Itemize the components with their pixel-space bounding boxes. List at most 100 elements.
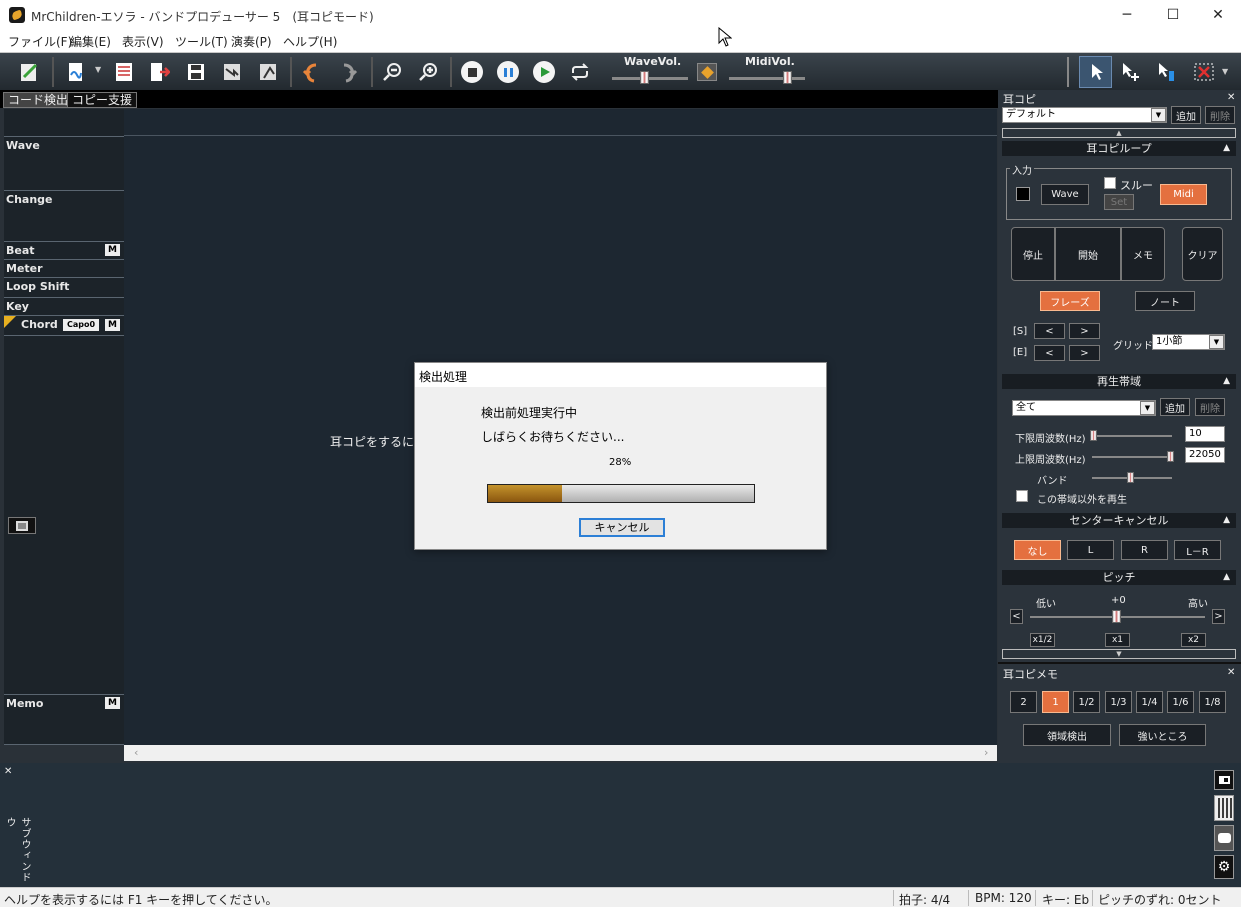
- timeline-ruler[interactable]: [124, 109, 997, 136]
- chevron-down-icon[interactable]: ▼: [1209, 335, 1224, 349]
- chevron-down-icon[interactable]: ▼: [1140, 401, 1155, 415]
- center-cancel-r[interactable]: R: [1121, 540, 1168, 560]
- edit-notes-icon[interactable]: [15, 59, 43, 85]
- strong-part-button[interactable]: 強いところ: [1119, 724, 1206, 746]
- menu-tools[interactable]: ツール(T): [175, 33, 228, 50]
- close-button[interactable]: ✕: [1195, 0, 1241, 31]
- capo-button[interactable]: Capo0: [63, 319, 99, 331]
- speed-normal-button[interactable]: x1: [1105, 633, 1130, 647]
- wave-input-button[interactable]: Wave: [1041, 184, 1089, 205]
- division-2-button[interactable]: 2: [1010, 691, 1037, 713]
- select-cursor-icon[interactable]: [1079, 56, 1112, 88]
- center-cancel-l[interactable]: L: [1067, 540, 1114, 560]
- list-icon[interactable]: [8, 517, 36, 534]
- division-1-8-button[interactable]: 1/8: [1199, 691, 1226, 713]
- division-1-3-button[interactable]: 1/3: [1105, 691, 1132, 713]
- high-freq-slider[interactable]: [1092, 456, 1172, 458]
- division-1-2-button[interactable]: 1/2: [1073, 691, 1100, 713]
- loop-stop-button[interactable]: 停止: [1011, 227, 1055, 281]
- memo-mute-button[interactable]: M: [105, 697, 120, 709]
- track-beat[interactable]: Beat M: [4, 242, 124, 260]
- stop-icon[interactable]: [461, 61, 483, 83]
- division-1-button[interactable]: 1: [1042, 691, 1069, 713]
- erase-cursor-icon[interactable]: [1190, 59, 1218, 85]
- region-detect-button[interactable]: 領域検出: [1023, 724, 1111, 746]
- center-cancel-header[interactable]: センターキャンセル ▲: [1002, 513, 1236, 528]
- band-select[interactable]: 全て: [1012, 400, 1156, 416]
- play-icon[interactable]: [533, 61, 555, 83]
- preset-add-button[interactable]: 追加: [1171, 106, 1201, 124]
- chevron-down-icon[interactable]: ▼: [1151, 108, 1166, 122]
- zoom-in-icon[interactable]: [414, 59, 442, 85]
- dropdown-arrow-icon[interactable]: ▼: [1222, 67, 1228, 76]
- preset-select[interactable]: デフォルト: [1002, 107, 1167, 123]
- high-freq-input[interactable]: 22050: [1185, 447, 1225, 463]
- wave-volume-thumb[interactable]: [640, 71, 649, 84]
- loop-memo-button[interactable]: メモ: [1121, 227, 1165, 281]
- menu-edit[interactable]: 編集(E): [70, 33, 111, 50]
- maximize-button[interactable]: ☐: [1150, 0, 1196, 31]
- piano-icon[interactable]: [1214, 795, 1234, 821]
- menu-file[interactable]: ファイル(F): [8, 33, 72, 50]
- import-icon[interactable]: [145, 59, 173, 85]
- high-freq-thumb[interactable]: [1167, 451, 1174, 462]
- export-icon[interactable]: [218, 59, 246, 85]
- panel-close-icon[interactable]: ✕: [1227, 92, 1235, 103]
- midi-input-button[interactable]: Midi: [1160, 184, 1207, 205]
- division-1-4-button[interactable]: 1/4: [1136, 691, 1163, 713]
- collapse-icon[interactable]: ▲: [1223, 570, 1230, 585]
- track-chord[interactable]: Chord Capo0 M: [4, 316, 124, 336]
- set-button[interactable]: Set: [1104, 194, 1134, 210]
- menu-help[interactable]: ヘルプ(H): [283, 33, 337, 50]
- speech-bubble-icon[interactable]: [1214, 825, 1234, 851]
- end-next-button[interactable]: >: [1069, 345, 1100, 361]
- save-icon[interactable]: [182, 59, 210, 85]
- band-section-header[interactable]: 再生帯域 ▲: [1002, 374, 1236, 389]
- redo-icon[interactable]: [335, 59, 363, 85]
- scroll-left-icon[interactable]: ‹: [134, 746, 138, 759]
- collapse-icon[interactable]: ▲: [1223, 374, 1230, 389]
- undo-icon[interactable]: [297, 59, 325, 85]
- start-next-button[interactable]: >: [1069, 323, 1100, 339]
- new-file-icon[interactable]: [62, 59, 90, 85]
- tab-chord-detect[interactable]: コード検出: [3, 92, 74, 108]
- memo-panel-close-icon[interactable]: ✕: [1227, 667, 1235, 678]
- export-audio-icon[interactable]: [254, 59, 282, 85]
- speed-double-button[interactable]: x2: [1181, 633, 1206, 647]
- chord-mute-button[interactable]: M: [105, 319, 120, 331]
- note-mode-button[interactable]: ノート: [1135, 291, 1195, 311]
- pause-icon[interactable]: [497, 61, 519, 83]
- horizontal-scrollbar[interactable]: ‹ ›: [124, 745, 997, 761]
- pitch-thumb[interactable]: [1112, 610, 1121, 623]
- menu-view[interactable]: 表示(V): [122, 33, 164, 50]
- division-1-6-button[interactable]: 1/6: [1167, 691, 1194, 713]
- add-cursor-icon[interactable]: [1116, 59, 1144, 85]
- marker-cursor-icon[interactable]: [1152, 59, 1180, 85]
- through-checkbox[interactable]: [1104, 177, 1116, 189]
- loop-icon[interactable]: [566, 59, 594, 85]
- track-wave[interactable]: Wave: [4, 137, 124, 191]
- band-add-button[interactable]: 追加: [1160, 398, 1190, 416]
- wave-volume-slider[interactable]: [612, 77, 688, 80]
- speed-half-button[interactable]: x1/2: [1030, 633, 1055, 647]
- loop-start-button[interactable]: 開始: [1055, 227, 1121, 281]
- start-prev-button[interactable]: <: [1034, 323, 1065, 339]
- preset-delete-button[interactable]: 削除: [1205, 106, 1235, 124]
- low-freq-input[interactable]: 10: [1185, 426, 1225, 442]
- midi-volume-thumb[interactable]: [783, 71, 792, 84]
- band-delete-button[interactable]: 削除: [1195, 398, 1225, 416]
- beat-mute-button[interactable]: M: [105, 244, 120, 256]
- low-freq-thumb[interactable]: [1090, 430, 1097, 441]
- collapse-icon[interactable]: ▲: [1223, 141, 1230, 156]
- tab-copy-support[interactable]: コピー支援: [67, 92, 138, 108]
- collapse-up-icon[interactable]: ▲: [1002, 128, 1236, 138]
- low-freq-slider[interactable]: [1092, 435, 1172, 437]
- pitch-up-button[interactable]: >: [1212, 609, 1225, 624]
- zoom-out-icon[interactable]: [378, 59, 406, 85]
- split-view-icon[interactable]: [1214, 770, 1234, 790]
- pitch-down-button[interactable]: <: [1010, 609, 1023, 624]
- track-key[interactable]: Key: [4, 298, 124, 316]
- balance-icon[interactable]: [697, 63, 717, 81]
- minimize-button[interactable]: ─: [1104, 0, 1150, 31]
- track-change[interactable]: Change: [4, 191, 124, 242]
